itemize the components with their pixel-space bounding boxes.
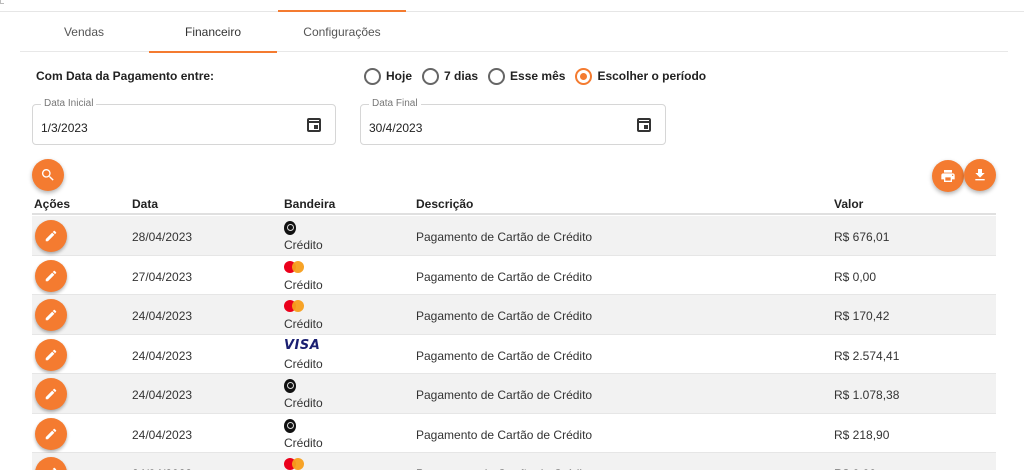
- pencil-icon: [45, 388, 57, 400]
- tab-configuracoes[interactable]: Configurações: [278, 12, 406, 52]
- radio-circle[interactable]: [422, 67, 440, 85]
- mastercard-logo-icon: [284, 457, 306, 470]
- edit-button[interactable]: [35, 417, 67, 450]
- calendar-icon[interactable]: [637, 118, 651, 132]
- cell-bandeira: Crédito: [284, 418, 344, 450]
- radio-circle[interactable]: [488, 67, 506, 85]
- end-date-label: Data Final: [369, 98, 421, 109]
- edit-button[interactable]: [35, 457, 67, 470]
- start-date-value[interactable]: 1/3/2023: [41, 121, 88, 135]
- pencil-icon: [45, 230, 57, 242]
- radio-circle[interactable]: [364, 67, 381, 85]
- edit-button[interactable]: [35, 259, 67, 292]
- cell-data: 28/04/2023: [132, 230, 193, 244]
- cell-valor: R$ 0,00: [834, 269, 877, 284]
- table-row: 24/04/2023 VISA Crédito Pagamento de Cartão…: [32, 335, 996, 374]
- corner-tick: [0, 0, 4, 4]
- search-icon: [41, 169, 54, 181]
- table-row: 24/04/2023 Crédito Pagamento de Cartão de …: [32, 374, 996, 414]
- cell-valor: R$ 2.574,41: [834, 348, 900, 363]
- edit-button[interactable]: [35, 299, 67, 331]
- print-button[interactable]: [932, 160, 964, 192]
- table-row: 24/04/2023CréditoPagamento de Cartão de …: [32, 453, 996, 470]
- tab-bar: Vendas Financeiro Configurações: [20, 12, 1008, 53]
- bandeira-text: Crédito: [284, 238, 323, 252]
- radio-label: 7 dias: [444, 69, 479, 83]
- edit-button[interactable]: [35, 220, 67, 252]
- cell-valor: R$ 170,42: [834, 309, 890, 323]
- pencil-icon: [45, 428, 57, 439]
- mastercard-logo-icon: [284, 260, 306, 274]
- cell-bandeira: Crédito: [284, 260, 344, 292]
- elo-logo-icon: [284, 418, 296, 433]
- print-icon: [941, 170, 955, 182]
- radio-hoje[interactable]: Hoje: [364, 67, 413, 85]
- cell-descricao: Pagamento de Cartão de Crédito: [416, 388, 593, 402]
- cell-bandeira: Crédito: [284, 378, 344, 410]
- pencil-icon: [51, 467, 57, 470]
- period-radio-group: Hoje 7 dias Esse mês Escolher o período: [364, 66, 716, 86]
- radio-label: Esse mês: [510, 69, 566, 83]
- radio-7-dias[interactable]: 7 dias: [422, 67, 479, 85]
- edit-button[interactable]: [35, 378, 67, 410]
- cell-bandeira: Crédito: [284, 299, 344, 331]
- cell-data: 27/04/2023: [132, 269, 193, 284]
- radio-esse-mes[interactable]: Esse mês: [488, 67, 566, 85]
- cell-data: 24/04/2023: [132, 427, 193, 442]
- cell-descricao: Pagamento de Cartão de Crédito: [416, 427, 593, 442]
- header-bandeira[interactable]: Bandeira: [284, 197, 335, 211]
- start-date-label: Data Inicial: [41, 98, 97, 109]
- header-descricao[interactable]: Descrição: [416, 197, 473, 211]
- table-header: Ações Data Bandeira Descrição Valor: [32, 195, 996, 215]
- table-row: 24/04/2023 Crédito Pagamento de Cartão de …: [32, 414, 996, 453]
- bandeira-text: Crédito: [284, 435, 323, 450]
- elo-logo-icon: [284, 379, 296, 393]
- elo-logo-icon: [284, 221, 296, 235]
- bandeira-text: Crédito: [284, 356, 323, 371]
- cell-data: 24/04/2023: [132, 388, 193, 402]
- calendar-icon[interactable]: [307, 118, 321, 132]
- bandeira-text: Crédito: [284, 317, 323, 331]
- table-row: 28/04/2023 Crédito Pagamento de Cartão de …: [32, 216, 996, 256]
- mastercard-logo-icon: [284, 299, 306, 313]
- radio-label: Hoje: [386, 69, 413, 83]
- pencil-icon: [45, 270, 57, 281]
- header-valor[interactable]: Valor: [834, 197, 863, 211]
- edit-button[interactable]: [35, 338, 67, 371]
- cell-bandeira: Crédito: [284, 220, 344, 252]
- header-data[interactable]: Data: [132, 197, 158, 211]
- cell-data: 24/04/2023: [132, 309, 193, 323]
- cell-descricao: Pagamento de Cartão de Crédito: [416, 230, 593, 244]
- radio-escolher-periodo[interactable]: Escolher o período: [575, 67, 707, 85]
- bandeira-text: Crédito: [284, 277, 323, 292]
- cell-descricao: Pagamento de Cartão de Crédito: [416, 309, 593, 323]
- download-icon: [975, 169, 985, 181]
- end-date-value[interactable]: 30/4/2023: [369, 121, 422, 135]
- download-button[interactable]: [964, 159, 996, 191]
- pencil-icon: [45, 309, 57, 321]
- pencil-icon: [45, 349, 57, 360]
- cell-descricao: Pagamento de Cartão de Crédito: [416, 348, 593, 363]
- top-strip: [0, 0, 1024, 12]
- table-row: 24/04/2023 Crédito Pagamento de Cartão de …: [32, 295, 996, 335]
- tab-vendas[interactable]: Vendas: [20, 12, 148, 52]
- search-button[interactable]: [32, 159, 64, 191]
- radio-circle-checked[interactable]: [575, 67, 593, 85]
- tab-financeiro[interactable]: Financeiro: [149, 12, 277, 53]
- cell-data: 24/04/2023: [132, 348, 193, 363]
- cell-valor: R$ 218,90: [834, 427, 890, 442]
- start-date-field[interactable]: Data Inicial 1/3/2023: [32, 98, 336, 145]
- table-row: 27/04/2023 Crédito Pagamento de Cartão de …: [32, 256, 996, 295]
- visa-logo: VISA: [284, 337, 321, 353]
- radio-label: Escolher o período: [597, 69, 707, 83]
- header-acoes[interactable]: Ações: [34, 197, 70, 211]
- end-date-field[interactable]: Data Final 30/4/2023: [360, 98, 666, 145]
- cell-valor: R$ 1.078,38: [834, 388, 900, 402]
- cell-bandeira: VISA Crédito: [284, 337, 344, 371]
- payment-date-filter-label: Com Data da Pagamento entre:: [36, 69, 215, 83]
- cell-descricao: Pagamento de Cartão de Crédito: [416, 269, 593, 284]
- cell-bandeira: Crédito: [284, 457, 344, 470]
- cell-valor: R$ 676,01: [834, 230, 890, 244]
- bandeira-text: Crédito: [284, 396, 323, 410]
